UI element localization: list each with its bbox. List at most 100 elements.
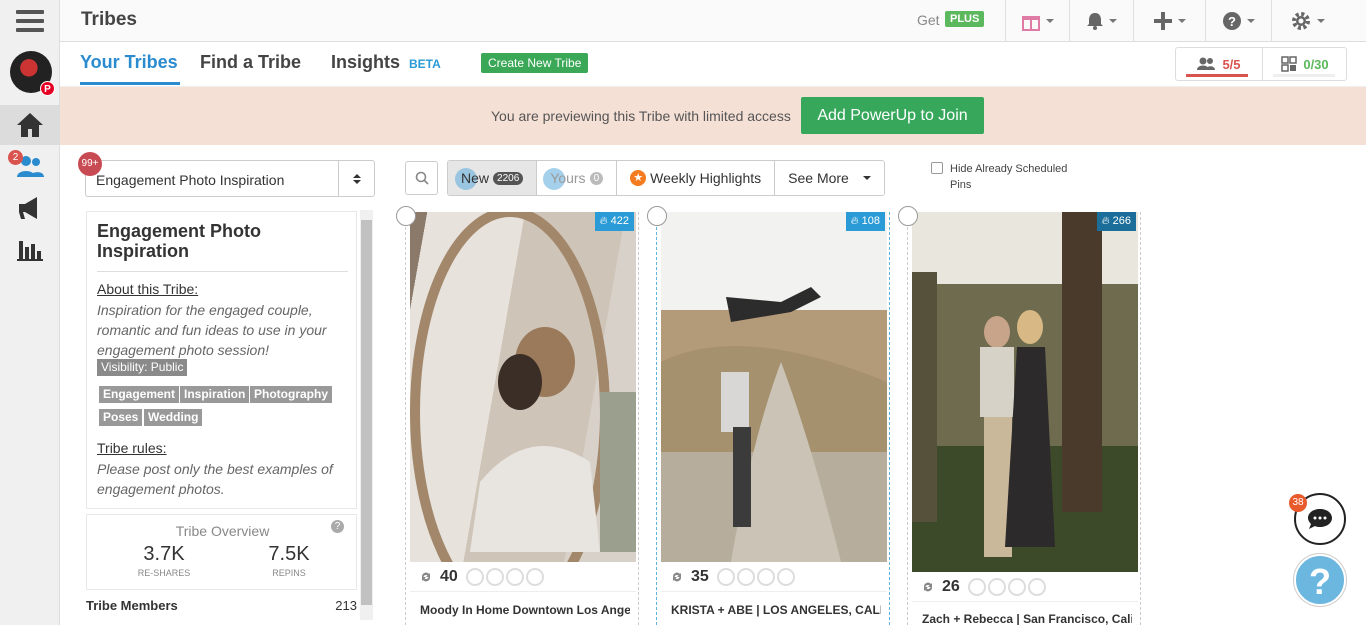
members-meter-bar	[1186, 74, 1248, 77]
filter-new-button[interactable]: New 2206	[448, 161, 538, 195]
filter-new-count: 2206	[493, 171, 524, 185]
active-tab-indicator	[80, 82, 180, 85]
filter-highlights-label: Weekly Highlights	[650, 170, 762, 186]
pin-card[interactable]: 🔥︎ 108 35 KRISTA + ABE | LOS ANGELES, CAL…	[647, 206, 890, 625]
page-title: Tribes	[81, 9, 137, 30]
notifications-menu[interactable]	[1069, 0, 1133, 42]
avatar[interactable]: P	[10, 51, 55, 96]
pin-image[interactable]	[410, 207, 636, 617]
pin-caption[interactable]: Zach + Rebecca | San Francisco, Californ…	[922, 612, 1132, 625]
visibility-badge: Visibility: Public	[97, 359, 188, 376]
star-icon: ★	[630, 170, 647, 186]
rules-label: Tribe rules:	[97, 440, 167, 456]
reshare-icon	[672, 572, 682, 581]
fire-icon: 🔥︎	[1101, 215, 1110, 227]
about-label: About this Tribe:	[97, 281, 199, 297]
select-arrows-icon	[338, 161, 374, 196]
megaphone-icon[interactable]	[0, 188, 60, 228]
repins-stat: 7.5K REPINS	[234, 543, 344, 578]
members-label: Tribe Members	[86, 598, 178, 613]
help-icon: ?	[1223, 12, 1241, 30]
gift-menu[interactable]	[1005, 0, 1069, 42]
members-meter-value: 5/5	[1222, 56, 1241, 72]
help-icon[interactable]: ?	[331, 520, 344, 533]
chat-icon	[1308, 509, 1332, 529]
members-meter[interactable]: 5/5	[1176, 48, 1261, 80]
filter-weekly-highlights-button[interactable]: ★ Weekly Highlights	[617, 161, 776, 195]
grid-icon	[1281, 56, 1298, 72]
hide-scheduled-label: Hide Already Scheduled Pins	[950, 163, 1068, 191]
pin-meta: 40	[410, 562, 636, 592]
tribe-card-title: Engagement Photo Inspiration	[97, 221, 262, 261]
submissions-meter-value: 0/30	[1303, 56, 1329, 72]
see-more-label: See More	[788, 170, 849, 186]
chat-badge: 38	[1289, 494, 1307, 512]
pin-card[interactable]: 🔥︎ 266 26 Zach + Rebecca | San Francisco,…	[898, 206, 1141, 625]
sharer-avatars	[967, 577, 1046, 596]
left-rail: P 2	[0, 0, 60, 625]
tribe-members-row[interactable]: Tribe Members 213	[86, 596, 357, 618]
tab-your-tribes[interactable]: Your Tribes	[80, 52, 178, 73]
gift-icon	[1022, 16, 1040, 31]
settings-menu[interactable]	[1271, 0, 1343, 42]
chevron-down-icon	[862, 176, 871, 180]
sidebar-scroll-thumb[interactable]	[361, 220, 372, 605]
fire-icon: 🔥︎	[599, 215, 608, 227]
pin-meta: 26	[912, 572, 1138, 602]
select-pin-checkbox[interactable]	[647, 206, 667, 226]
add-menu[interactable]	[1133, 0, 1205, 42]
tab-find-a-tribe[interactable]: Find a Tribe	[200, 52, 301, 73]
preview-banner: You are previewing this Tribe with limit…	[60, 87, 1366, 145]
tab-insights[interactable]: Insights	[331, 52, 400, 73]
home-icon[interactable]	[0, 105, 60, 145]
select-pin-checkbox[interactable]	[898, 206, 918, 226]
notification-badge: 2	[8, 150, 23, 165]
tribe-about-card: Engagement Photo Inspiration About this …	[86, 211, 357, 509]
heat-badge: 🔥︎ 422	[594, 212, 634, 231]
pin-caption[interactable]: KRISTA + ABE | LOS ANGELES, CALIFORNIA	[671, 603, 881, 617]
members-icon	[1197, 57, 1216, 70]
heat-badge: 🔥︎ 108	[845, 212, 885, 231]
hide-scheduled-checkbox[interactable]	[931, 162, 943, 174]
filter-new-label: New	[461, 170, 490, 186]
fire-icon: 🔥︎	[850, 215, 859, 227]
filter-group: New 2206 Yours 0 ★ Weekly Highlights See…	[447, 160, 885, 196]
pin-card[interactable]: 🔥︎ 422 40 Moody In Home Downtown Los Ange…	[396, 206, 639, 625]
sharer-avatars	[465, 567, 544, 586]
tribe-select[interactable]: Engagement Photo Inspiration	[85, 160, 375, 197]
stat-value: 3.7K	[143, 543, 185, 565]
preview-message: You are previewing this Tribe with limit…	[491, 108, 791, 124]
analytics-icon[interactable]	[0, 230, 60, 270]
create-new-tribe-button[interactable]: Create New Tribe	[481, 53, 589, 73]
get-plus-label[interactable]: Get	[917, 12, 940, 28]
chevron-down-icon	[1247, 19, 1255, 23]
svg-text:?: ?	[1228, 14, 1236, 29]
menu-icon[interactable]	[16, 10, 44, 32]
top-bar: Tribes Get PLUS ?	[60, 0, 1366, 42]
filter-yours-count: 0	[589, 171, 604, 185]
pin-image[interactable]	[661, 212, 887, 562]
divider	[97, 271, 348, 272]
see-more-dropdown[interactable]: See More	[775, 161, 884, 195]
tag-chip[interactable]: Poses	[99, 409, 143, 426]
reshare-count: 26	[942, 577, 960, 595]
tribe-overview: Tribe Overview ? 3.7K RE-SHARES 7.5K REP…	[86, 514, 357, 590]
filter-yours-button[interactable]: Yours 0	[537, 161, 618, 195]
search-button[interactable]	[405, 161, 438, 195]
help-button[interactable]: ?	[1294, 554, 1346, 606]
pin-image[interactable]	[912, 212, 1138, 572]
pin-caption[interactable]: Moody In Home Downtown Los Angeles	[420, 603, 630, 617]
tag-chip[interactable]: Inspiration	[180, 386, 250, 403]
heat-value: 266	[1112, 215, 1131, 227]
select-pin-checkbox[interactable]	[396, 206, 416, 226]
tag-chip[interactable]: Engagement	[99, 386, 180, 403]
help-menu[interactable]: ?	[1205, 0, 1271, 42]
add-powerup-button[interactable]: Add PowerUp to Join	[801, 97, 984, 134]
submissions-meter[interactable]: 0/30	[1262, 48, 1347, 80]
reshare-count: 40	[440, 567, 458, 585]
plus-badge[interactable]: PLUS	[945, 11, 985, 27]
tag-chip[interactable]: Wedding	[144, 409, 203, 426]
chevron-down-icon	[1109, 19, 1117, 23]
tag-chip[interactable]: Photography	[250, 386, 332, 403]
reshare-count: 35	[691, 567, 709, 585]
